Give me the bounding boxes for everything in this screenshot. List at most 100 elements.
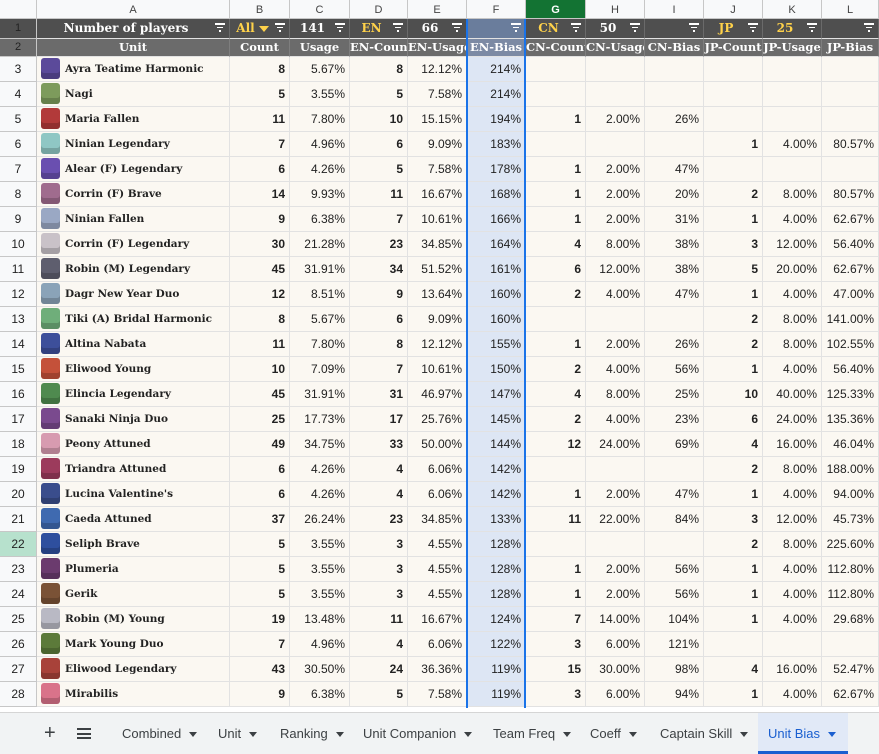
cell-cn-count[interactable]: 3 xyxy=(526,632,586,657)
cell-count[interactable]: 5 xyxy=(230,82,290,107)
filter-icon[interactable] xyxy=(511,23,521,32)
cell-jp-count[interactable] xyxy=(704,57,763,82)
cell-usage[interactable]: 31.91% xyxy=(290,257,350,282)
tab-combined[interactable]: Combined xyxy=(112,713,206,754)
column-header-l[interactable]: L xyxy=(822,0,879,19)
cell-cn-bias[interactable] xyxy=(645,307,704,332)
cell-en-usage[interactable]: 36.36% xyxy=(408,657,467,682)
unit-name-cell[interactable]: Ninian Fallen xyxy=(37,207,230,232)
cell-cn-bias[interactable] xyxy=(645,57,704,82)
cell-jp-count[interactable]: 2 xyxy=(704,457,763,482)
row-number[interactable]: 15 xyxy=(0,357,37,382)
tab-unit-companion[interactable]: Unit Companion xyxy=(353,713,481,754)
filter-cell-g[interactable] xyxy=(467,19,526,39)
header-en-bias[interactable]: EN-Bias xyxy=(467,39,526,57)
cell-cn-usage[interactable] xyxy=(586,307,645,332)
cell-usage[interactable]: 31.91% xyxy=(290,382,350,407)
cell-en-bias[interactable]: 128% xyxy=(467,582,526,607)
cell-en-usage[interactable]: 51.52% xyxy=(408,257,467,282)
cell-count[interactable]: 49 xyxy=(230,432,290,457)
cell-jp-usage[interactable]: 8.00% xyxy=(763,307,822,332)
cell-en-bias[interactable]: 166% xyxy=(467,207,526,232)
cell-cn-count[interactable]: 2 xyxy=(526,282,586,307)
cell-usage[interactable]: 6.38% xyxy=(290,207,350,232)
row-number[interactable]: 24 xyxy=(0,582,37,607)
cell-en-count[interactable]: 4 xyxy=(350,632,408,657)
cell-cn-usage[interactable]: 22.00% xyxy=(586,507,645,532)
cell-jp-count[interactable] xyxy=(704,157,763,182)
cell-usage[interactable]: 17.73% xyxy=(290,407,350,432)
cell-en-usage[interactable]: 9.09% xyxy=(408,307,467,332)
cell-jp-bias[interactable]: 102.55% xyxy=(822,332,879,357)
column-header-i[interactable]: I xyxy=(645,0,704,19)
cell-cn-count[interactable]: 1 xyxy=(526,157,586,182)
cell-cn-bias[interactable]: 25% xyxy=(645,382,704,407)
unit-name-cell[interactable]: Corrin (F) Brave xyxy=(37,182,230,207)
cell-jp-usage[interactable] xyxy=(763,57,822,82)
cell-jp-count[interactable]: 1 xyxy=(704,282,763,307)
cell-en-bias[interactable]: 178% xyxy=(467,157,526,182)
cell-jp-count[interactable]: 1 xyxy=(704,607,763,632)
cell-en-count[interactable]: 6 xyxy=(350,132,408,157)
en-player-count[interactable]: 66 xyxy=(408,19,467,39)
cell-count[interactable]: 7 xyxy=(230,632,290,657)
header-usage[interactable]: Usage xyxy=(290,39,350,57)
cell-cn-bias[interactable] xyxy=(645,82,704,107)
cell-cn-bias[interactable]: 47% xyxy=(645,282,704,307)
cell-en-count[interactable]: 23 xyxy=(350,232,408,257)
cell-jp-bias[interactable]: 56.40% xyxy=(822,232,879,257)
cell-en-count[interactable]: 3 xyxy=(350,532,408,557)
cell-cn-usage[interactable]: 6.00% xyxy=(586,682,645,707)
row-number[interactable]: 9 xyxy=(0,207,37,232)
cell-jp-usage[interactable]: 8.00% xyxy=(763,532,822,557)
cell-usage[interactable]: 5.67% xyxy=(290,57,350,82)
cell-cn-usage[interactable] xyxy=(586,457,645,482)
cell-cn-usage[interactable] xyxy=(586,532,645,557)
cell-cn-count[interactable]: 1 xyxy=(526,582,586,607)
cell-cn-count[interactable]: 7 xyxy=(526,607,586,632)
cell-jp-usage[interactable]: 40.00% xyxy=(763,382,822,407)
cell-cn-usage[interactable]: 2.00% xyxy=(586,582,645,607)
cell-en-bias[interactable]: 160% xyxy=(467,282,526,307)
cell-jp-count[interactable] xyxy=(704,632,763,657)
cell-cn-usage[interactable]: 14.00% xyxy=(586,607,645,632)
header-cn-bias[interactable]: CN-Bias xyxy=(645,39,704,57)
cell-cn-bias[interactable]: 26% xyxy=(645,332,704,357)
cell-en-usage[interactable]: 7.58% xyxy=(408,157,467,182)
unit-name-cell[interactable]: Alear (F) Legendary xyxy=(37,157,230,182)
header-cn-count[interactable]: CN-Count xyxy=(526,39,586,57)
cell-cn-count[interactable] xyxy=(526,457,586,482)
cell-en-count[interactable]: 7 xyxy=(350,357,408,382)
jp-player-count[interactable]: 25 xyxy=(763,19,822,39)
cell-en-usage[interactable]: 4.55% xyxy=(408,582,467,607)
cell-en-count[interactable]: 33 xyxy=(350,432,408,457)
cell-usage[interactable]: 6.38% xyxy=(290,682,350,707)
cell-jp-bias[interactable]: 112.80% xyxy=(822,582,879,607)
column-header-g[interactable]: G xyxy=(526,0,586,19)
cell-en-bias[interactable]: 160% xyxy=(467,307,526,332)
cell-en-usage[interactable]: 34.85% xyxy=(408,507,467,532)
cell-en-count[interactable]: 7 xyxy=(350,207,408,232)
row-number[interactable]: 19 xyxy=(0,457,37,482)
cell-jp-count[interactable]: 2 xyxy=(704,532,763,557)
cell-jp-bias[interactable]: 80.57% xyxy=(822,132,879,157)
cell-en-count[interactable]: 23 xyxy=(350,507,408,532)
cell-cn-bias[interactable]: 56% xyxy=(645,357,704,382)
cell-en-count[interactable]: 4 xyxy=(350,457,408,482)
filter-icon[interactable] xyxy=(215,23,225,32)
cell-en-usage[interactable]: 7.58% xyxy=(408,82,467,107)
cell-en-bias[interactable]: 119% xyxy=(467,657,526,682)
filter-icon[interactable] xyxy=(630,23,640,32)
add-sheet-button[interactable]: + xyxy=(44,713,56,754)
filter-cell-j[interactable] xyxy=(645,19,704,39)
cell-count[interactable]: 6 xyxy=(230,482,290,507)
column-header-d[interactable]: D xyxy=(350,0,408,19)
cell-en-bias[interactable]: 168% xyxy=(467,182,526,207)
cell-en-usage[interactable]: 12.12% xyxy=(408,57,467,82)
row-number[interactable]: 16 xyxy=(0,382,37,407)
header-count[interactable]: Count xyxy=(230,39,290,57)
filter-icon[interactable] xyxy=(689,23,699,32)
cell-cn-usage[interactable]: 2.00% xyxy=(586,182,645,207)
cell-en-usage[interactable]: 16.67% xyxy=(408,607,467,632)
column-header-k[interactable]: K xyxy=(763,0,822,19)
